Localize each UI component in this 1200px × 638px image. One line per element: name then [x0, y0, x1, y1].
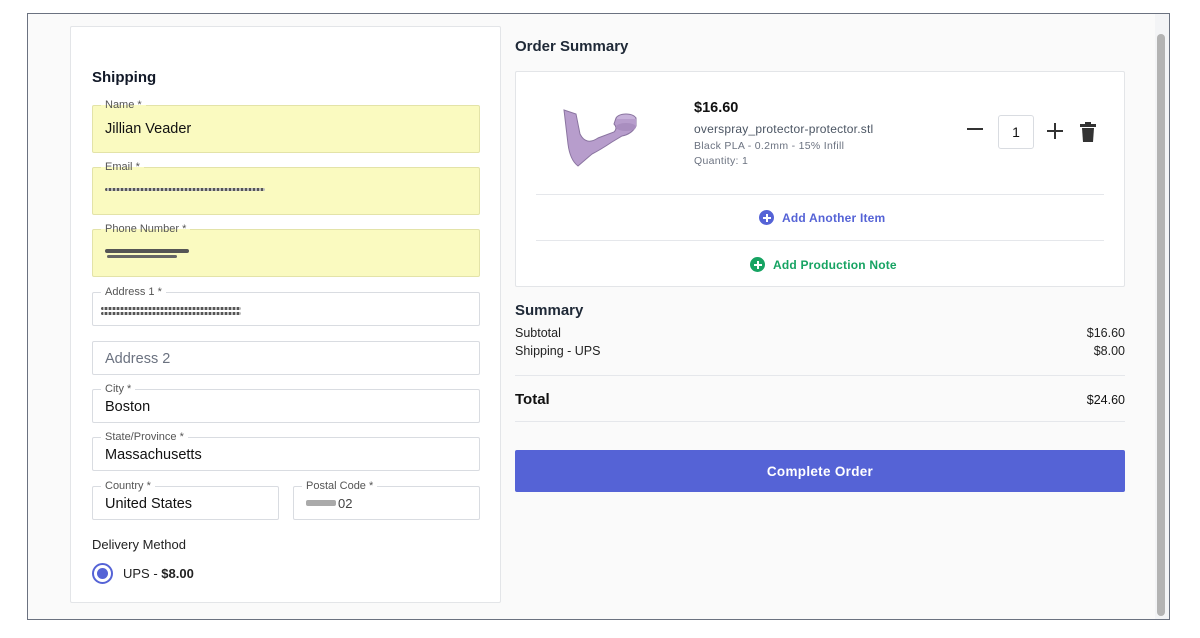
summary-divider — [515, 375, 1125, 376]
order-summary-title: Order Summary — [515, 38, 629, 55]
plus-circle-icon — [750, 257, 765, 272]
postal-code-value: 02 — [338, 496, 353, 511]
redacted-postal — [306, 500, 336, 506]
name-value: Jillian Veader — [105, 121, 192, 137]
phone-field[interactable]: Phone Number * — [92, 222, 480, 277]
add-production-note-label: Add Production Note — [773, 257, 897, 272]
summary-title: Summary — [515, 302, 584, 319]
complete-order-button[interactable]: Complete Order — [515, 450, 1125, 492]
item-price: $16.60 — [694, 100, 739, 116]
item-file-name: overspray_protector-protector.stl — [694, 122, 874, 136]
decrease-quantity-button[interactable] — [966, 117, 984, 141]
item-quantity-text: Quantity: 1 — [694, 155, 749, 167]
redacted-phone-2 — [107, 255, 177, 258]
country-value: United States — [105, 496, 193, 512]
city-value: Boston — [105, 399, 151, 415]
total-row: Total $24.60 — [515, 391, 1125, 409]
plus-circle-icon — [759, 210, 774, 225]
shipping-cost-value: $8.00 — [1093, 344, 1125, 358]
total-divider — [515, 421, 1125, 422]
name-field[interactable]: Name * Jillian Veader — [92, 98, 480, 153]
postal-code-label: Postal Code * — [302, 479, 378, 493]
scrollbar-thumb[interactable] — [1157, 34, 1165, 616]
address2-placeholder: Address 2 — [105, 351, 171, 367]
address1-field[interactable]: Address 1 * — [92, 285, 480, 326]
phone-label: Phone Number * — [101, 222, 191, 236]
add-another-item-label: Add Another Item — [782, 210, 886, 225]
redacted-phone — [105, 249, 189, 253]
redacted-email — [105, 188, 265, 191]
subtotal-label: Subtotal — [515, 326, 561, 340]
model-thumbnail — [563, 109, 637, 167]
city-field[interactable]: City * Boston — [92, 382, 480, 423]
add-production-note-button[interactable]: Add Production Note — [750, 257, 897, 272]
shipping-title: Shipping — [92, 69, 157, 86]
delivery-method-label: Delivery Method — [92, 537, 186, 552]
state-value: Massachusetts — [105, 447, 202, 463]
postal-code-field[interactable]: Postal Code * 02 — [293, 479, 480, 520]
item-divider — [536, 194, 1104, 195]
quantity-input[interactable] — [998, 115, 1034, 149]
email-field[interactable]: Email * — [92, 160, 480, 215]
increase-quantity-button[interactable] — [1047, 123, 1063, 139]
city-label: City * — [101, 382, 136, 396]
name-label: Name * — [101, 98, 146, 112]
item-spec: Black PLA - 0.2mm - 15% Infill — [694, 140, 845, 152]
state-field[interactable]: State/Province * Massachusetts — [92, 430, 480, 471]
order-item-card: $16.60 overspray_protector-protector.stl… — [515, 71, 1125, 287]
redacted-address-2 — [101, 312, 241, 315]
total-value: $24.60 — [1086, 393, 1125, 407]
country-label: Country * — [101, 479, 155, 493]
total-label: Total — [515, 391, 550, 408]
ups-radio[interactable] — [92, 563, 113, 584]
add-another-item-button[interactable]: Add Another Item — [759, 210, 885, 225]
browser-viewport: Shipping Name * Jillian Veader Email * P… — [27, 13, 1170, 620]
action-divider — [536, 240, 1104, 241]
subtotal-value: $16.60 — [1086, 326, 1125, 340]
country-field[interactable]: Country * United States — [92, 479, 279, 520]
ups-option-label[interactable]: UPS - $8.00 — [123, 566, 194, 581]
redacted-address — [101, 307, 241, 310]
trash-icon[interactable] — [1080, 122, 1096, 142]
shipping-cost-row: Shipping - UPS $8.00 — [515, 344, 1125, 358]
subtotal-row: Subtotal $16.60 — [515, 326, 1125, 340]
scrollbar[interactable] — [1155, 14, 1169, 619]
shipping-panel: Shipping Name * Jillian Veader Email * P… — [70, 26, 501, 603]
address1-label: Address 1 * — [101, 285, 166, 299]
email-label: Email * — [101, 160, 144, 174]
state-label: State/Province * — [101, 430, 188, 444]
address2-field[interactable]: Address 2 — [92, 341, 480, 375]
shipping-cost-label: Shipping - UPS — [515, 344, 601, 358]
